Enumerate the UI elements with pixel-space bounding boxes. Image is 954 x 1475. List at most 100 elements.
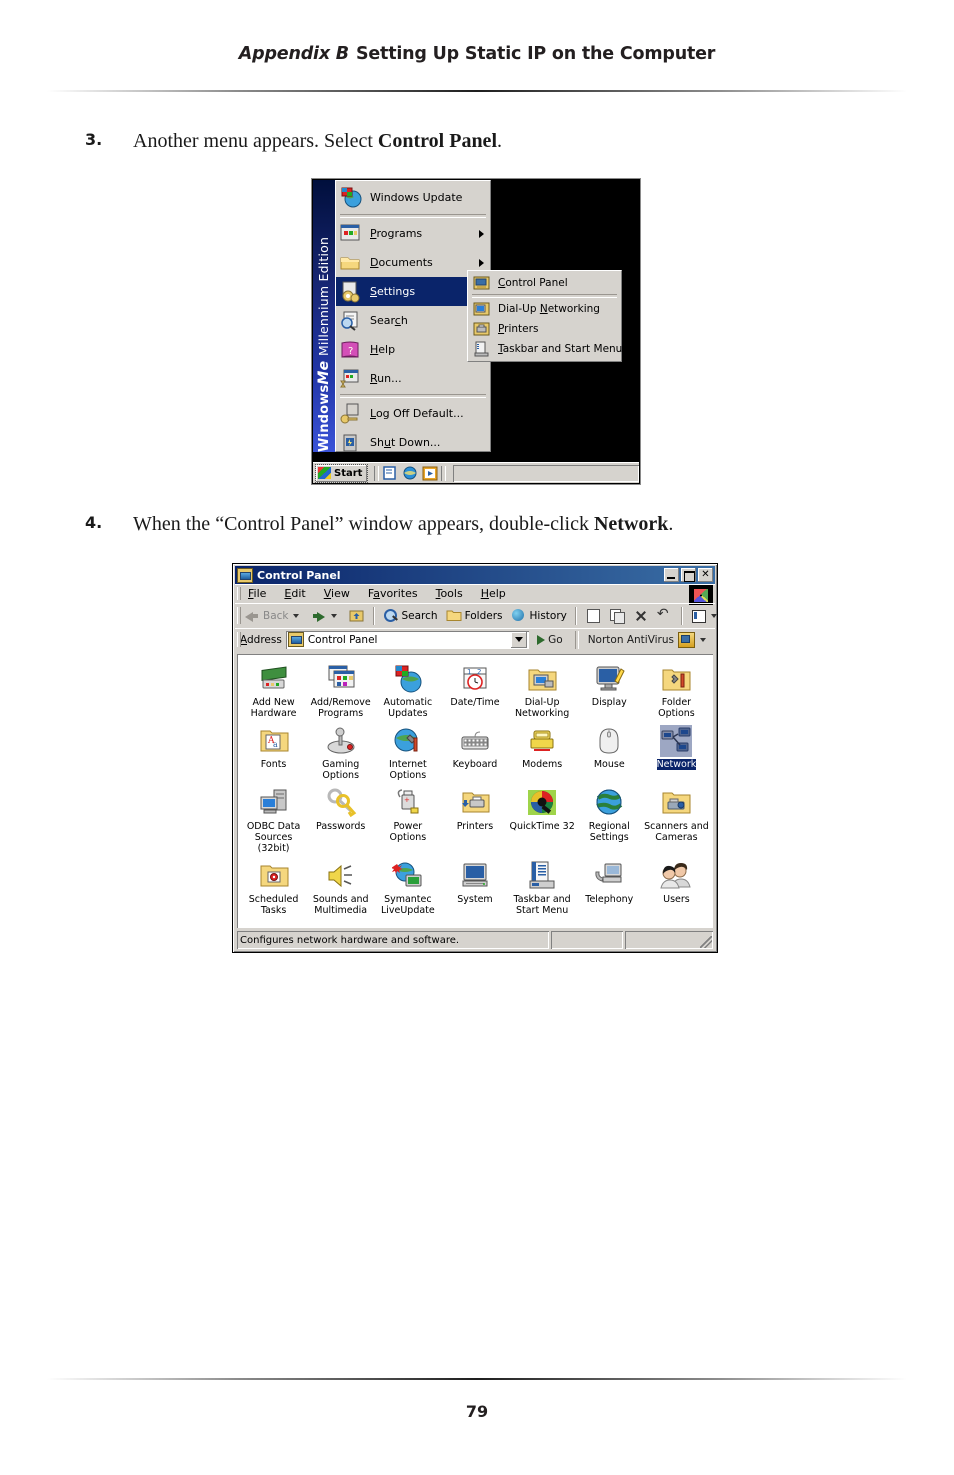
cp-item-odbc-data-sources[interactable]: ODBC Data Sources (32bit) bbox=[240, 783, 307, 854]
step-4: 4. When the “Control Panel” window appea… bbox=[85, 513, 845, 536]
start-button[interactable]: Start bbox=[315, 463, 369, 483]
views-icon bbox=[691, 608, 707, 623]
step-3-text-before: Another menu appears. Select bbox=[133, 130, 378, 152]
cp-item-modems[interactable]: Modems bbox=[509, 721, 576, 781]
menu-favorites[interactable]: Favorites bbox=[359, 587, 427, 600]
cp-item-label: Modems bbox=[522, 759, 563, 770]
cp-item-telephony[interactable]: Telephony bbox=[576, 856, 643, 916]
address-input[interactable]: Control Panel bbox=[285, 630, 530, 649]
header-appendix-label: Appendix B bbox=[238, 44, 349, 64]
back-button[interactable]: Back bbox=[240, 606, 307, 625]
minimize-button[interactable] bbox=[664, 568, 679, 582]
go-arrow-icon bbox=[537, 634, 546, 645]
cp-item-scheduled-tasks[interactable]: Scheduled Tasks bbox=[240, 856, 307, 916]
fonts-icon: A a bbox=[258, 725, 290, 757]
cp-item-gaming-options[interactable]: Gaming Options bbox=[307, 721, 374, 781]
taskbar-start-menu-icon bbox=[473, 341, 491, 357]
cp-item-taskbar-start-menu[interactable]: Taskbar and Start Menu bbox=[509, 856, 576, 916]
modems-icon bbox=[526, 725, 558, 757]
cp-item-mouse[interactable]: Mouse bbox=[576, 721, 643, 781]
gaming-options-icon bbox=[325, 725, 357, 757]
address-label: Address bbox=[240, 633, 282, 646]
cp-item-quicktime-32[interactable]: QuickTime 32 bbox=[509, 783, 576, 854]
cp-item-power-options[interactable]: + Power Options bbox=[374, 783, 441, 854]
cp-item-label: Folder Options bbox=[658, 697, 695, 719]
cp-item-folder-options[interactable]: Folder Options bbox=[643, 659, 710, 719]
go-button[interactable]: Go bbox=[529, 634, 571, 646]
cp-item-display[interactable]: Display bbox=[576, 659, 643, 719]
submenu-item-control-panel[interactable]: Control Panel bbox=[468, 273, 621, 293]
start-menu-item-windows-update[interactable]: Windows Update bbox=[336, 181, 490, 213]
start-menu-banner: WindowsMe Millennium Edition bbox=[313, 180, 335, 452]
norton-antivirus-icon bbox=[678, 631, 695, 648]
cp-item-label: Mouse bbox=[593, 759, 625, 770]
views-button[interactable] bbox=[687, 606, 717, 625]
internet-explorer-icon[interactable] bbox=[402, 466, 418, 481]
folders-button[interactable]: Folders bbox=[442, 606, 507, 625]
windows-update-icon bbox=[338, 185, 364, 209]
cp-item-regional-settings[interactable]: Regional Settings bbox=[576, 783, 643, 854]
add-new-hardware-icon bbox=[258, 663, 290, 695]
cp-item-printers[interactable]: Printers bbox=[441, 783, 508, 854]
show-desktop-icon[interactable] bbox=[382, 465, 398, 481]
cp-item-label: Printers bbox=[456, 821, 494, 832]
up-one-level-button[interactable] bbox=[345, 606, 369, 625]
search-magnifier-icon bbox=[338, 309, 364, 333]
cp-item-scanners-cameras[interactable]: Scanners and Cameras bbox=[643, 783, 710, 854]
menu-help[interactable]: Help bbox=[472, 587, 515, 600]
history-button[interactable]: History bbox=[507, 606, 571, 625]
cp-item-network[interactable]: Network bbox=[643, 721, 710, 781]
submenu-item-printers[interactable]: Printers bbox=[468, 319, 621, 339]
menu-file[interactable]: File bbox=[239, 587, 275, 600]
cp-item-keyboard[interactable]: Keyboard bbox=[441, 721, 508, 781]
cp-item-symantec-liveupdate[interactable]: Symantec LiveUpdate bbox=[374, 856, 441, 916]
status-bar: Configures network hardware and software… bbox=[237, 931, 713, 949]
back-arrow-icon bbox=[244, 608, 260, 623]
scheduled-tasks-icon bbox=[258, 860, 290, 892]
start-menu-label: Run... bbox=[370, 372, 402, 385]
start-menu-item-programs[interactable]: Programs bbox=[336, 219, 490, 248]
taskbar-tray-area bbox=[453, 465, 639, 482]
cp-item-dial-up-networking[interactable]: Dial-Up Networking bbox=[509, 659, 576, 719]
submenu-item-dial-up-networking[interactable]: Dial-Up Networking bbox=[468, 299, 621, 319]
maximize-button[interactable] bbox=[681, 568, 696, 582]
cp-item-sounds-multimedia[interactable]: Sounds and Multimedia bbox=[307, 856, 374, 916]
cp-item-internet-options[interactable]: Internet Options bbox=[374, 721, 441, 781]
cp-item-label: Power Options bbox=[389, 821, 427, 843]
submenu-item-taskbar-start-menu[interactable]: Taskbar and Start Menu bbox=[468, 339, 623, 359]
copy-to-button[interactable] bbox=[605, 606, 629, 625]
address-dropdown-button[interactable] bbox=[511, 631, 528, 648]
move-to-button[interactable] bbox=[581, 606, 605, 625]
search-button[interactable]: Search bbox=[379, 606, 442, 625]
start-menu-item-run[interactable]: Run... bbox=[336, 364, 490, 393]
cp-item-date-time[interactable]: 1 2 Date/Time bbox=[441, 659, 508, 719]
menu-tools[interactable]: Tools bbox=[427, 587, 472, 600]
cp-item-users[interactable]: Users bbox=[643, 856, 710, 916]
cp-item-automatic-updates[interactable]: Automatic Updates bbox=[374, 659, 441, 719]
search-button-label: Search bbox=[401, 609, 438, 622]
norton-antivirus-label: Norton AntiVirus bbox=[587, 633, 674, 646]
toolbar: Back Search Folders History ↶ bbox=[235, 603, 717, 628]
cp-item-system[interactable]: System bbox=[441, 856, 508, 916]
copy-to-icon bbox=[609, 608, 625, 624]
media-player-icon[interactable] bbox=[422, 466, 438, 481]
menu-edit[interactable]: Edit bbox=[275, 587, 314, 600]
taskbar-divider bbox=[441, 465, 447, 481]
cp-item-fonts[interactable]: A a Fonts bbox=[240, 721, 307, 781]
date-time-icon: 1 2 bbox=[459, 663, 491, 695]
cp-item-add-new-hardware[interactable]: Add New Hardware bbox=[240, 659, 307, 719]
start-menu-item-log-off[interactable]: Log Off Default... bbox=[336, 399, 490, 428]
forward-button[interactable] bbox=[307, 606, 345, 625]
cp-item-add-remove-programs[interactable]: Add/Remove Programs bbox=[307, 659, 374, 719]
dial-up-networking-icon bbox=[526, 663, 558, 695]
undo-button[interactable] bbox=[653, 606, 677, 625]
resize-grip-icon[interactable] bbox=[700, 936, 712, 948]
cp-item-passwords[interactable]: Passwords bbox=[307, 783, 374, 854]
norton-antivirus-button[interactable]: Norton AntiVirus bbox=[583, 631, 715, 648]
delete-button[interactable] bbox=[629, 606, 653, 625]
submenu-label: Taskbar and Start Menu bbox=[498, 343, 623, 355]
menu-view[interactable]: View bbox=[315, 587, 359, 600]
start-menu-item-shut-down[interactable]: Shut Down... bbox=[336, 428, 490, 457]
menu-bar: File Edit View Favorites Tools Help bbox=[235, 584, 715, 605]
close-button[interactable]: ✕ bbox=[698, 568, 713, 582]
